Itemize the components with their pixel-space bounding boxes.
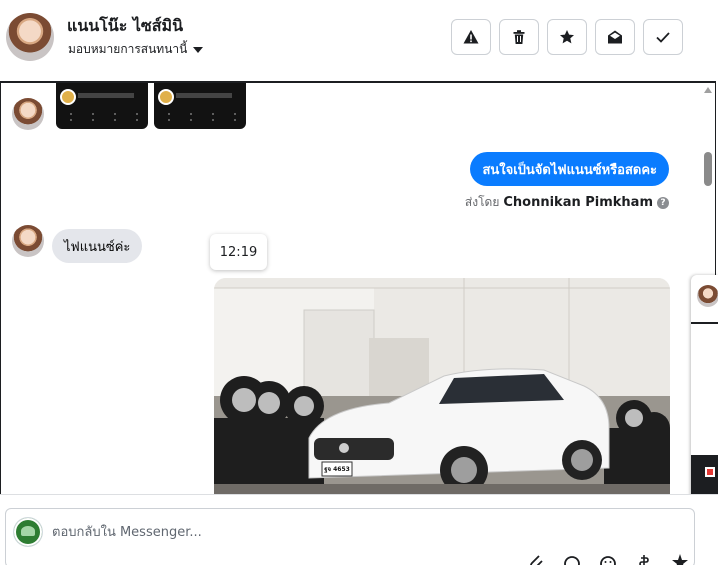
outgoing-message[interactable]: สนใจเป็นจัดไฟแนนซ์หรือสดคะ bbox=[470, 152, 669, 186]
help-icon[interactable]: ? bbox=[657, 196, 669, 209]
delete-button[interactable] bbox=[499, 19, 539, 55]
sender-name: Chonnikan Pimkham bbox=[503, 195, 653, 210]
notification-icon bbox=[705, 467, 715, 477]
conversation-header: แนนโน๊ะ ไซส์มินิ มอบหมายการสนทนานี้ bbox=[0, 0, 718, 80]
trash-icon bbox=[513, 30, 525, 44]
contact-avatar-small[interactable] bbox=[12, 225, 44, 257]
payment-icon[interactable] bbox=[635, 553, 653, 565]
sticker-icon[interactable] bbox=[599, 555, 617, 565]
message-time-tooltip: 12:19 bbox=[210, 234, 267, 270]
scroll-up-arrow-icon[interactable] bbox=[704, 87, 712, 93]
shop-logo-icon bbox=[60, 89, 76, 105]
warning-icon bbox=[463, 30, 479, 44]
chevron-down-icon bbox=[193, 47, 204, 53]
message-thread[interactable]: สนใจเป็นจัดไฟแนนซ์หรือสดคะ ส่งโดย Chonni… bbox=[0, 81, 716, 494]
license-plate: ฐจ 4653 bbox=[324, 466, 350, 473]
mark-done-button[interactable] bbox=[643, 19, 683, 55]
check-icon bbox=[656, 32, 670, 43]
report-spam-button[interactable] bbox=[451, 19, 491, 55]
assign-label: มอบหมายการสนทนานี้ bbox=[68, 42, 188, 56]
shop-logo-icon bbox=[158, 89, 174, 105]
star-icon bbox=[560, 30, 574, 44]
envelope-open-icon bbox=[608, 30, 622, 44]
assign-conversation-dropdown[interactable]: มอบหมายการสนทนานี้ bbox=[68, 40, 204, 59]
image-attachment[interactable] bbox=[154, 83, 246, 129]
contact-name[interactable]: แนนโน๊ะ ไซส์มินิ bbox=[67, 14, 183, 39]
contact-avatar[interactable] bbox=[6, 13, 54, 61]
page-avatar bbox=[14, 518, 42, 546]
saved-reply-icon[interactable] bbox=[671, 553, 689, 565]
incoming-message[interactable]: ไฟแนนซ์ค่ะ bbox=[52, 229, 143, 263]
mark-unread-button[interactable] bbox=[595, 19, 635, 55]
side-panel-avatar[interactable] bbox=[697, 285, 718, 307]
image-attachment[interactable] bbox=[56, 83, 148, 129]
reply-input[interactable] bbox=[52, 521, 652, 543]
attachment-icon[interactable] bbox=[527, 553, 545, 565]
emoji-icon[interactable] bbox=[563, 555, 581, 565]
car-photo-attachment[interactable]: ฐจ 4653 bbox=[214, 278, 670, 494]
star-button[interactable] bbox=[547, 19, 587, 55]
car-photo-image bbox=[214, 278, 670, 494]
scrollbar-thumb[interactable] bbox=[704, 152, 712, 186]
sent-by-prefix: ส่งโดย bbox=[464, 195, 500, 209]
contact-avatar-small[interactable] bbox=[12, 98, 44, 130]
sent-by-label: ส่งโดย Chonnikan Pimkham ? bbox=[465, 193, 669, 212]
